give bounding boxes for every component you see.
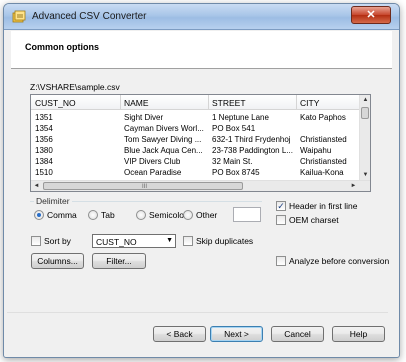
analyze-checkbox[interactable]: Analyze before conversion: [276, 256, 389, 266]
column-header[interactable]: CUST_NO: [35, 98, 76, 108]
checkbox-label: Sort by: [44, 236, 71, 246]
radio-indicator[interactable]: [136, 210, 146, 220]
next-button[interactable]: Next >: [210, 326, 263, 342]
cell-name: Tom Sawyer Diving ...: [124, 135, 202, 144]
oem-charset-checkbox[interactable]: OEM charset: [276, 215, 339, 225]
preview-grid[interactable]: CUST_NO NAME STREET CITY 1351 Sight Dive…: [30, 94, 371, 192]
radio-indicator[interactable]: [88, 210, 98, 220]
back-button[interactable]: < Back: [153, 326, 206, 342]
footer-divider: [7, 312, 388, 313]
filter-button[interactable]: Filter...: [92, 253, 146, 269]
title-bar[interactable]: Advanced CSV Converter ✕: [4, 4, 399, 30]
table-row[interactable]: 1356 Tom Sawyer Diving ... 632-1 Third F…: [31, 134, 360, 145]
column-divider[interactable]: [120, 95, 121, 110]
table-row[interactable]: 1380 Blue Jack Aqua Cen... 23-738 Paddin…: [31, 145, 360, 156]
chevron-down-icon: ▼: [166, 237, 173, 244]
cell-cust-no: 1354: [35, 124, 53, 133]
vertical-scroll-thumb[interactable]: [361, 107, 369, 119]
other-delimiter-input[interactable]: [233, 207, 261, 222]
cell-cust-no: 1356: [35, 135, 53, 144]
radio-label: Other: [196, 210, 218, 220]
columns-button[interactable]: Columns...: [31, 253, 84, 269]
scroll-up-icon[interactable]: ▲: [360, 95, 371, 106]
step-title: Common options: [25, 42, 99, 52]
checkbox-label: OEM charset: [289, 215, 339, 225]
file-path: Z:\VSHARE\sample.csv: [30, 82, 120, 92]
cancel-button[interactable]: Cancel: [271, 326, 324, 342]
column-divider[interactable]: [208, 95, 209, 110]
scroll-left-icon[interactable]: ◄: [31, 181, 42, 192]
cell-street: 23-738 Paddington L...: [212, 146, 293, 155]
cell-cust-no: 1380: [35, 146, 53, 155]
cell-street: PO Box 8745: [212, 168, 260, 177]
table-row[interactable]: 1351 Sight Diver 1 Neptune Lane Kato Pap…: [31, 112, 360, 123]
table-row[interactable]: 1354 Cayman Divers Worl... PO Box 541: [31, 123, 360, 134]
cell-name: Cayman Divers Worl...: [124, 124, 204, 133]
cell-city: Kailua-Kona: [300, 168, 344, 177]
cell-cust-no: 1510: [35, 168, 53, 177]
column-header[interactable]: STREET: [212, 98, 246, 108]
sort-field-value: CUST_NO: [96, 237, 137, 247]
grid-header: CUST_NO NAME STREET CITY: [31, 95, 360, 110]
checkbox-label: Analyze before conversion: [289, 256, 390, 266]
help-button[interactable]: Help: [332, 326, 385, 342]
step-header: Common options: [11, 31, 392, 69]
scroll-right-icon[interactable]: ►: [348, 181, 359, 192]
cell-name: Blue Jack Aqua Cen...: [124, 146, 203, 155]
cell-street: 1 Neptune Lane: [212, 113, 269, 122]
cell-cust-no: 1384: [35, 157, 53, 166]
cell-name: Sight Diver: [124, 113, 164, 122]
horizontal-scroll-thumb[interactable]: III: [43, 182, 243, 190]
skip-duplicates-checkbox[interactable]: Skip duplicates: [183, 236, 253, 246]
radio-semicolon[interactable]: Semicolon: [136, 210, 189, 220]
sort-field-select[interactable]: CUST_NO ▼: [92, 234, 176, 248]
checkbox-box[interactable]: [276, 256, 286, 266]
checkmark-icon[interactable]: ✓: [276, 201, 286, 211]
radio-tab[interactable]: Tab: [88, 210, 115, 220]
window-title: Advanced CSV Converter: [32, 11, 147, 22]
cell-city: Waipahu: [300, 146, 332, 155]
vertical-scrollbar[interactable]: ▲ ▼: [359, 95, 370, 181]
checkbox-label: Header in first line: [289, 201, 358, 211]
table-row[interactable]: 1510 Ocean Paradise PO Box 8745 Kailua-K…: [31, 167, 360, 177]
table-row[interactable]: 1384 VIP Divers Club 32 Main St. Christi…: [31, 156, 360, 167]
radio-indicator[interactable]: [34, 210, 44, 220]
radio-indicator[interactable]: [183, 210, 193, 220]
checkbox-box[interactable]: [31, 236, 41, 246]
cell-city: Christiansted: [300, 157, 347, 166]
checkbox-box[interactable]: [183, 236, 193, 246]
cell-street: 632-1 Third Frydenhoj: [212, 135, 291, 144]
cell-name: VIP Divers Club: [124, 157, 181, 166]
cell-city: Kato Paphos: [300, 113, 346, 122]
cell-city: Christiansted: [300, 135, 347, 144]
radio-label: Tab: [101, 210, 115, 220]
radio-other[interactable]: Other: [183, 210, 217, 220]
horizontal-scrollbar[interactable]: ◄ III ►: [31, 180, 370, 191]
radio-label: Comma: [47, 210, 77, 220]
delimiter-group-label: Delimiter: [34, 196, 72, 206]
column-header[interactable]: CITY: [300, 98, 319, 108]
close-icon: ✕: [366, 9, 376, 21]
grip-icon: III: [142, 184, 148, 190]
column-header[interactable]: NAME: [124, 98, 149, 108]
column-divider[interactable]: [296, 95, 297, 110]
close-button[interactable]: ✕: [351, 6, 391, 24]
cell-cust-no: 1351: [35, 113, 53, 122]
sort-by-checkbox[interactable]: Sort by: [31, 236, 71, 246]
cell-street: PO Box 541: [212, 124, 256, 133]
cell-street: 32 Main St.: [212, 157, 253, 166]
header-first-line-checkbox[interactable]: ✓ Header in first line: [276, 201, 358, 211]
radio-comma[interactable]: Comma: [34, 210, 77, 220]
checkbox-label: Skip duplicates: [196, 236, 254, 246]
app-icon: [12, 10, 26, 23]
checkbox-box[interactable]: [276, 215, 286, 225]
cell-name: Ocean Paradise: [124, 168, 182, 177]
